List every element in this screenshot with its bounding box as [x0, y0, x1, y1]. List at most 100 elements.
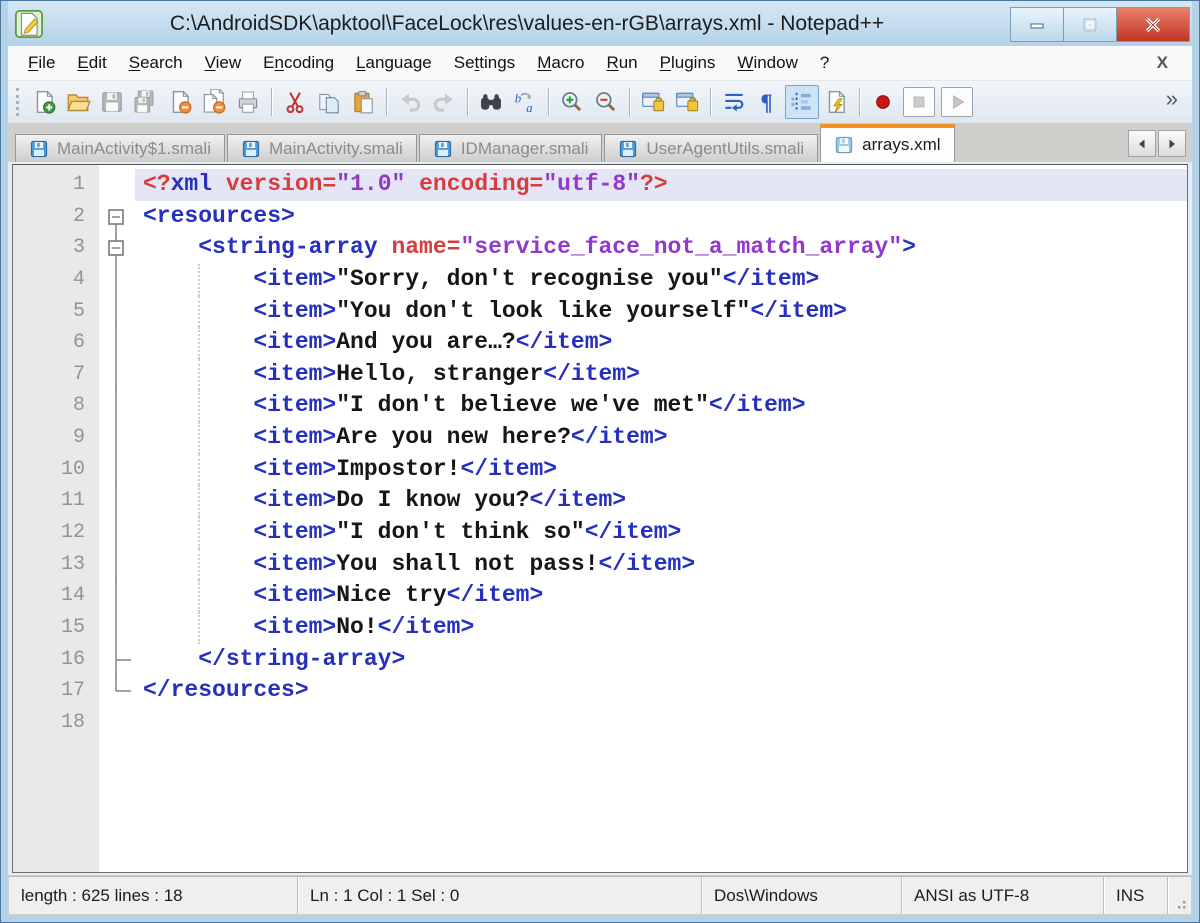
close-button[interactable] — [1116, 7, 1190, 42]
line-number: 4 — [13, 264, 99, 296]
code-line[interactable]: <item>"Sorry, don't recognise you"</item… — [135, 264, 1187, 296]
status-typing-mode: INS — [1103, 877, 1167, 914]
code-line[interactable]: <item>Impostor!</item> — [135, 454, 1187, 486]
code-line[interactable]: <item>Nice try</item> — [135, 580, 1187, 612]
toolbar-button-sync-vertical-scroll[interactable] — [636, 85, 670, 119]
fold-marker[interactable] — [99, 232, 135, 264]
close-file-icon — [167, 89, 193, 115]
code-line[interactable]: <string-array name="service_face_not_a_m… — [135, 232, 1187, 264]
toolbar-button-macro-stop[interactable] — [903, 87, 935, 117]
toolbar-button-copy[interactable] — [312, 85, 346, 119]
toolbar-button-undo[interactable] — [393, 85, 427, 119]
menu-item-encoding[interactable]: Encoding — [253, 50, 344, 76]
redo-icon — [431, 89, 457, 115]
line-number: 12 — [13, 517, 99, 549]
menu-item-file[interactable]: File — [18, 50, 65, 76]
toolbar-button-function-list[interactable] — [819, 85, 853, 119]
toolbar-button-zoom-in[interactable] — [555, 85, 589, 119]
tab-bar: MainActivity$1.smaliMainActivity.smali ID… — [8, 124, 1192, 162]
code-line[interactable]: <item>"You don't look like yourself"</it… — [135, 296, 1187, 328]
toolbar-button-sync-horizontal-scroll[interactable] — [670, 85, 704, 119]
code-line[interactable]: <item>Are you new here?</item> — [135, 422, 1187, 454]
tab-label: UserAgentUtils.smali — [646, 139, 804, 159]
toolbar-button-zoom-out[interactable] — [589, 85, 623, 119]
code-line[interactable]: </resources> — [135, 675, 1187, 707]
toolbar-button-macro-record[interactable] — [866, 85, 900, 119]
fold-marker — [99, 644, 135, 676]
menu-item-window[interactable]: Window — [727, 50, 807, 76]
toolbar-button-indent-guide[interactable] — [785, 85, 819, 119]
maximize-button[interactable] — [1063, 7, 1116, 42]
tab-useragentutils-smali[interactable]: UserAgentUtils.smali — [604, 134, 818, 162]
tab-mainactivity-smali[interactable]: MainActivity.smali — [227, 134, 417, 162]
code-line[interactable]: </string-array> — [135, 644, 1187, 676]
toolbar-button-close-file[interactable] — [163, 85, 197, 119]
toolbar-button-open-file[interactable] — [61, 85, 95, 119]
svg-text:b: b — [515, 91, 522, 106]
code-line[interactable]: <item>"I don't believe we've met"</item> — [135, 390, 1187, 422]
toolbar-button-redo[interactable] — [427, 85, 461, 119]
line-number: 2 — [13, 201, 99, 233]
find-icon — [478, 89, 504, 115]
menu-item-macro[interactable]: Macro — [527, 50, 594, 76]
menu-item-run[interactable]: Run — [596, 50, 647, 76]
tab-idmanager-smali[interactable]: IDManager.smali — [419, 134, 603, 162]
toolbar-button-cut[interactable] — [278, 85, 312, 119]
line-number: 7 — [13, 359, 99, 391]
fold-marker — [99, 422, 135, 454]
menubar-close-icon[interactable]: X — [1143, 53, 1182, 73]
code-line[interactable]: <item>You shall not pass!</item> — [135, 549, 1187, 581]
code-row: 2 <resources> — [13, 201, 1187, 233]
menu-item-[interactable]: ? — [810, 50, 839, 76]
toolbar-button-new-file[interactable] — [27, 85, 61, 119]
menu-item-plugins[interactable]: Plugins — [650, 50, 726, 76]
sync-vertical-scroll-icon — [640, 89, 666, 115]
code-line[interactable]: <item>"I don't think so"</item> — [135, 517, 1187, 549]
line-number: 3 — [13, 232, 99, 264]
fold-marker — [99, 549, 135, 581]
toolbar-button-find[interactable] — [474, 85, 508, 119]
toolbar-button-replace[interactable]: ba — [508, 85, 542, 119]
code-line[interactable]: <item>Do I know you?</item> — [135, 485, 1187, 517]
tab-scroll-left-button[interactable] — [1128, 130, 1156, 157]
editor[interactable]: 1<?xml version="1.0" encoding="utf-8"?>2… — [12, 164, 1188, 873]
code-row: 10 <item>Impostor!</item> — [13, 454, 1187, 486]
menu-item-search[interactable]: Search — [119, 50, 193, 76]
toolbar-button-print[interactable] — [231, 85, 265, 119]
menu-item-settings[interactable]: Settings — [444, 50, 525, 76]
toolbar-button-show-all-chars[interactable]: ¶ — [751, 85, 785, 119]
menu-item-view[interactable]: View — [195, 50, 252, 76]
macro-record-icon — [870, 89, 896, 115]
svg-text:a: a — [526, 100, 533, 115]
line-number: 10 — [13, 454, 99, 486]
resize-grip[interactable] — [1167, 877, 1191, 914]
fold-margin — [99, 707, 135, 739]
code-line[interactable]: <item>No!</item> — [135, 612, 1187, 644]
code-line[interactable]: <item>Hello, stranger</item> — [135, 359, 1187, 391]
toolbar-button-close-all[interactable] — [197, 85, 231, 119]
print-icon — [235, 89, 261, 115]
toolbar-button-save-all[interactable] — [129, 85, 163, 119]
toolbar-button-save[interactable] — [95, 85, 129, 119]
code-line[interactable]: <resources> — [135, 201, 1187, 233]
code-row: 11 <item>Do I know you?</item> — [13, 485, 1187, 517]
tab-scroll-right-button[interactable] — [1158, 130, 1186, 157]
toolbar-overflow-chevron[interactable]: » — [1166, 86, 1188, 118]
tab-arrays-xml[interactable]: arrays.xml — [820, 124, 954, 162]
toolbar-button-paste[interactable] — [346, 85, 380, 119]
code-line[interactable]: <?xml version="1.0" encoding="utf-8"?> — [135, 169, 1187, 201]
toolbar-button-word-wrap[interactable] — [717, 85, 751, 119]
code-line[interactable] — [135, 707, 1187, 739]
fold-marker[interactable] — [99, 201, 135, 233]
tab-label: IDManager.smali — [461, 139, 589, 159]
code-line[interactable]: <item>And you are…?</item> — [135, 327, 1187, 359]
notepadpp-window: C:\AndroidSDK\apktool\FaceLock\res\value… — [0, 0, 1200, 923]
tab-mainactivity-1-smali[interactable]: MainActivity$1.smali — [15, 134, 225, 162]
menu-item-edit[interactable]: Edit — [67, 50, 116, 76]
status-eol-format: Dos\Windows — [701, 877, 901, 914]
toolbar-button-macro-play[interactable] — [941, 87, 973, 117]
code-row: 18 — [13, 707, 1187, 739]
line-number: 1 — [13, 169, 99, 201]
minimize-button[interactable] — [1010, 7, 1063, 42]
menu-item-language[interactable]: Language — [346, 50, 442, 76]
